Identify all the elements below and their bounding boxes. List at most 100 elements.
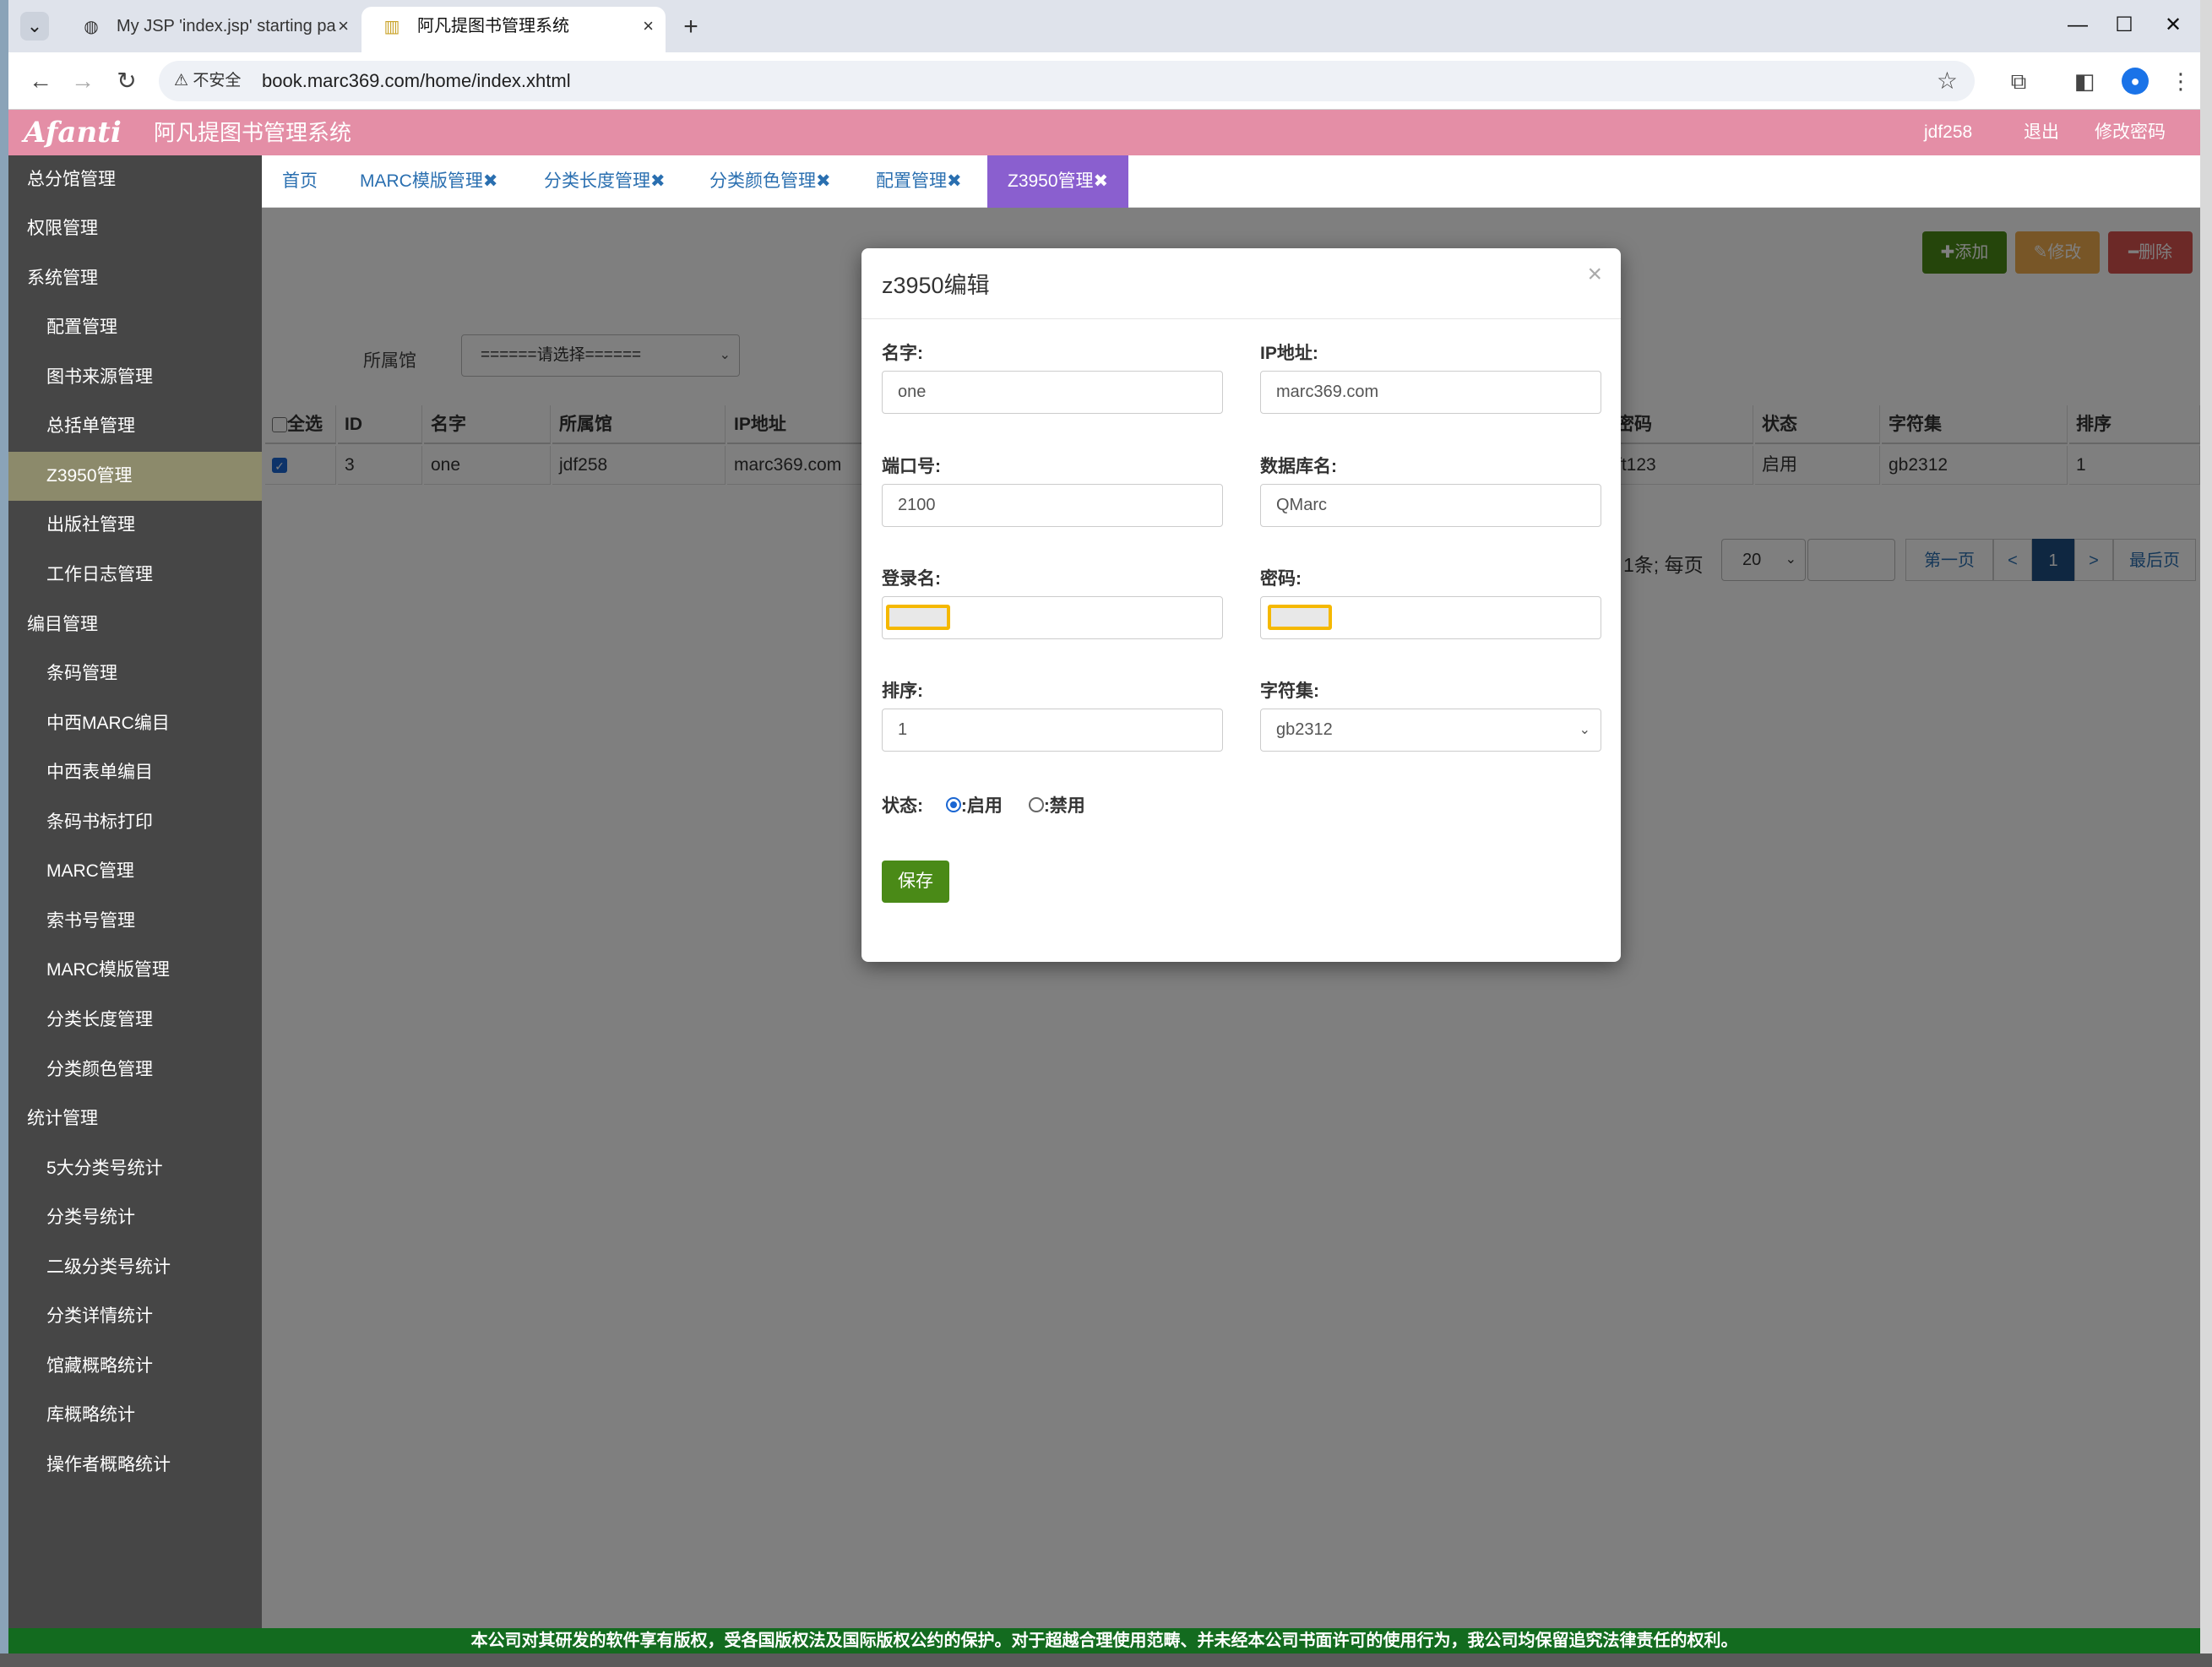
side-panel-icon[interactable]: ◧ (2068, 64, 2101, 98)
close-x-icon[interactable]: ✖ (650, 171, 666, 191)
ip-label: IP地址: (1260, 344, 1318, 363)
sidebar-item-work-log-management[interactable]: 工作日志管理 (8, 551, 262, 600)
tab-z3950[interactable]: Z3950管理✖ (987, 155, 1129, 208)
status-enabled-radio[interactable] (945, 797, 961, 812)
charset-value: gb2312 (1276, 720, 1333, 739)
sidebar-item-class-number-stats[interactable]: 分类号统计 (8, 1193, 262, 1242)
z3950-edit-dialog: z3950编辑 × 名字: one IP地址: marc369.com 端口号:… (861, 248, 1621, 962)
sidebar-item-system-management[interactable]: 系统管理 (8, 254, 262, 303)
tab-label: 分类长度管理 (544, 171, 650, 191)
close-tab-icon[interactable]: × (338, 7, 349, 46)
url-text[interactable]: book.marc369.com/home/index.xhtml (262, 61, 571, 101)
forward-arrow-icon[interactable]: → (66, 64, 100, 98)
redacted-login-value (886, 605, 950, 630)
tab-class-length[interactable]: 分类长度管理✖ (544, 155, 666, 208)
tab-search-chevron-icon[interactable]: ⌄ (20, 12, 49, 41)
name-label: 名字: (882, 344, 923, 363)
tab-class-color[interactable]: 分类颜色管理✖ (709, 155, 831, 208)
close-x-icon[interactable]: ✖ (947, 171, 962, 191)
browser-tab-title: 阿凡提图书管理系统 (417, 17, 569, 35)
sidebar-item-form-cataloging[interactable]: 中西表单编目 (8, 748, 262, 797)
redacted-password-value (1268, 605, 1332, 630)
name-field[interactable]: one (882, 371, 1223, 414)
order-label: 排序: (882, 681, 923, 701)
dialog-divider (861, 318, 1621, 319)
sidebar-item-class-detail-stats[interactable]: 分类详情统计 (8, 1292, 262, 1341)
tab-label: MARC模版管理 (360, 171, 483, 191)
password-label: 密码: (1260, 569, 1302, 589)
sidebar-item-statistics-management[interactable]: 统计管理 (8, 1094, 262, 1143)
login-label: 登录名: (882, 569, 941, 589)
taskbar (0, 1653, 2212, 1667)
close-tab-icon[interactable]: × (643, 7, 654, 46)
system-name: 阿凡提图书管理系统 (154, 120, 352, 145)
browser-menu-icon[interactable]: ⋮ (2164, 64, 2198, 98)
sidebar-item-class-length-management[interactable]: 分类长度管理 (8, 996, 262, 1045)
charset-select[interactable]: gb2312 ⌄ (1260, 709, 1601, 752)
browser-toolbar: ← → ↻ ⚠ 不安全 book.marc369.com/home/index.… (8, 52, 2200, 110)
afanti-logo: Afanti (24, 116, 122, 149)
sidebar-item-barcode-label-print[interactable]: 条码书标打印 (8, 798, 262, 847)
address-bar[interactable]: ⚠ 不安全 book.marc369.com/home/index.xhtml … (159, 61, 1975, 101)
tab-label: 配置管理 (876, 171, 947, 191)
browser-tab-jsp[interactable]: ◍ My JSP 'index.jsp' starting pa × (61, 7, 361, 52)
copyright-footer: 本公司对其研发的软件享有版权，受各国版权法及国际版权公约的保护。对于超越合理使用… (8, 1628, 2200, 1653)
sidebar-item-book-source-management[interactable]: 图书来源管理 (8, 353, 262, 402)
login-field[interactable] (882, 596, 1223, 639)
sidebar-item-library-overview-stats[interactable]: 库概略统计 (8, 1391, 262, 1440)
ip-field[interactable]: marc369.com (1260, 371, 1601, 414)
tab-config[interactable]: 配置管理✖ (876, 155, 962, 208)
sidebar-item-operator-overview-stats[interactable]: 操作者概略统计 (8, 1441, 262, 1490)
close-x-icon[interactable]: ✖ (1094, 171, 1109, 191)
sidebar-item-permission-management[interactable]: 权限管理 (8, 204, 262, 253)
change-password-link[interactable]: 修改密码 (2095, 110, 2166, 155)
sidebar-item-config-management[interactable]: 配置管理 (8, 303, 262, 352)
sidebar-item-branch-management[interactable]: 总分馆管理 (8, 155, 262, 204)
password-field[interactable] (1260, 596, 1601, 639)
sidebar-item-call-number-management[interactable]: 索书号管理 (8, 897, 262, 946)
sidebar-item-marc-template-management[interactable]: MARC模版管理 (8, 946, 262, 995)
reload-icon[interactable]: ↻ (110, 64, 144, 98)
security-warning[interactable]: ⚠ 不安全 (174, 61, 241, 101)
sidebar-item-z3950-management[interactable]: Z3950管理 (8, 452, 262, 501)
sidebar-item-barcode-management[interactable]: 条码管理 (8, 649, 262, 698)
minimize-icon[interactable]: — (2052, 8, 2103, 42)
sidebar-item-class-color-management[interactable]: 分类颜色管理 (8, 1045, 262, 1094)
status-disabled-label[interactable]: :禁用 (1044, 796, 1085, 816)
bookmark-star-icon[interactable]: ☆ (1937, 61, 1958, 101)
close-window-icon[interactable]: ✕ (2148, 8, 2198, 42)
logout-link[interactable]: 退出 (2024, 110, 2059, 155)
close-icon[interactable]: × (1587, 260, 1602, 289)
browser-tab-afanti[interactable]: ▥ 阿凡提图书管理系统 × (361, 7, 666, 52)
extensions-puzzle-icon[interactable]: ⧉ (2002, 64, 2035, 98)
back-arrow-icon[interactable]: ← (24, 64, 57, 98)
sidebar-item-secondary-class-stats[interactable]: 二级分类号统计 (8, 1243, 262, 1292)
status-disabled-radio[interactable] (1028, 797, 1044, 812)
sidebar-item-top5-class-stats[interactable]: 5大分类号统计 (8, 1144, 262, 1193)
sidebar-item-marc-cataloging[interactable]: 中西MARC编目 (8, 699, 262, 748)
tab-home[interactable]: 首页 (282, 155, 318, 208)
sidebar-item-publisher-management[interactable]: 出版社管理 (8, 501, 262, 550)
tab-label: 首页 (282, 171, 318, 191)
profile-avatar-icon[interactable]: ● (2122, 68, 2149, 95)
browser-window: ⌄ ◍ My JSP 'index.jsp' starting pa × ▥ 阿… (8, 0, 2200, 1653)
current-user[interactable]: jdf258 (1924, 110, 1972, 155)
order-field[interactable]: 1 (882, 709, 1223, 752)
sidebar-item-marc-management[interactable]: MARC管理 (8, 847, 262, 896)
books-favicon-icon: ▥ (383, 18, 400, 36)
sidebar-menu: 总分馆管理 权限管理 系统管理 配置管理 图书来源管理 总括单管理 Z3950管… (8, 155, 262, 1628)
new-tab-plus-icon[interactable]: + (674, 10, 708, 44)
database-field[interactable]: QMarc (1260, 484, 1601, 527)
sidebar-item-summary-management[interactable]: 总括单管理 (8, 402, 262, 451)
desktop-background-right (2200, 0, 2212, 1667)
close-x-icon[interactable]: ✖ (483, 171, 498, 191)
sidebar-item-cataloging-management[interactable]: 编目管理 (8, 600, 262, 649)
sidebar-item-collection-overview-stats[interactable]: 馆藏概略统计 (8, 1342, 262, 1391)
tab-marc-template[interactable]: MARC模版管理✖ (360, 155, 497, 208)
port-field[interactable]: 2100 (882, 484, 1223, 527)
maximize-icon[interactable]: ☐ (2099, 8, 2149, 42)
save-button[interactable]: 保存 (882, 861, 949, 903)
close-x-icon[interactable]: ✖ (816, 171, 831, 191)
status-enabled-label[interactable]: :启用 (961, 796, 1003, 816)
app-header: Afanti 阿凡提图书管理系统 jdf258 退出 修改密码 (8, 110, 2200, 155)
